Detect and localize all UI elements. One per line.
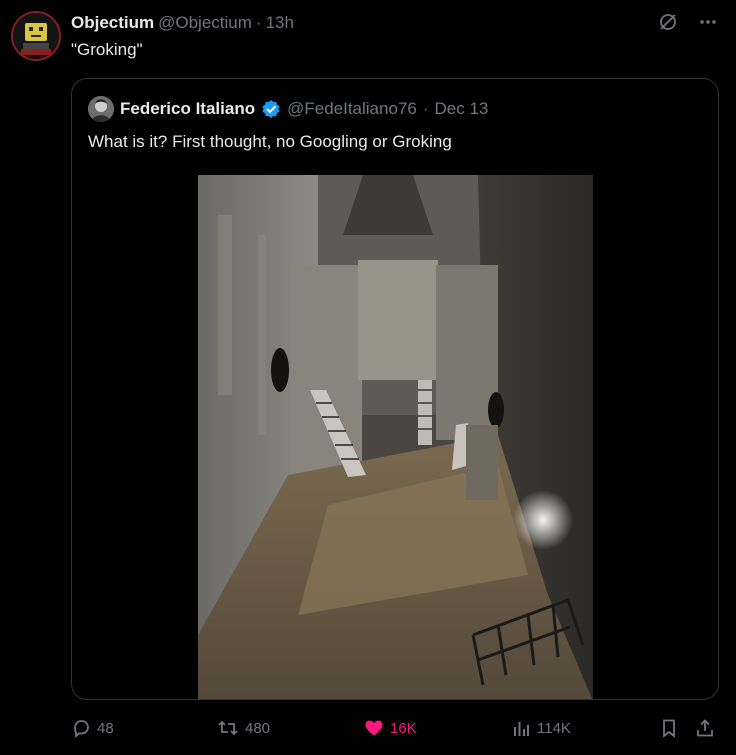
quoted-tweet-text: What is it? First thought, no Googling o… bbox=[88, 132, 452, 151]
reply-icon bbox=[74, 720, 89, 738]
author-avatar[interactable] bbox=[11, 11, 61, 61]
grok-icon[interactable] bbox=[656, 10, 680, 34]
quoted-author-display-name[interactable]: Federico Italiano bbox=[120, 99, 255, 119]
heart-icon bbox=[365, 720, 383, 736]
author-handle[interactable]: @Objectium bbox=[158, 13, 252, 33]
quoted-author-avatar[interactable] bbox=[88, 96, 114, 122]
tweet-text: "Groking" bbox=[71, 40, 143, 59]
tweet-header: Objectium @Objectium · 13h bbox=[71, 12, 294, 34]
repost-icon bbox=[218, 720, 238, 736]
more-icon[interactable] bbox=[696, 10, 720, 34]
photo-image bbox=[198, 175, 593, 699]
repost-count: 480 bbox=[245, 719, 271, 737]
share-button[interactable] bbox=[695, 714, 715, 742]
quoted-author-handle[interactable]: @FedeItaliano76 bbox=[287, 99, 417, 119]
action-bar: 48 480 16K 114K bbox=[71, 714, 720, 742]
tweet-photo[interactable] bbox=[198, 175, 593, 699]
reply-count: 48 bbox=[97, 719, 114, 737]
bookmark-button[interactable] bbox=[659, 714, 679, 742]
reply-button[interactable]: 48 bbox=[71, 714, 114, 742]
person-avatar-icon bbox=[88, 96, 114, 122]
views-count: 114K bbox=[537, 719, 571, 737]
quoted-tweet-header: Federico Italiano @FedeItaliano76 · Dec … bbox=[88, 96, 488, 122]
repost-button[interactable]: 480 bbox=[217, 714, 270, 742]
robot-avatar-icon bbox=[13, 13, 59, 59]
like-button[interactable]: 16K bbox=[364, 714, 417, 742]
tweet[interactable]: Objectium @Objectium · 13h "Groking" Fed… bbox=[0, 0, 736, 755]
separator-dot: · bbox=[422, 99, 429, 118]
analytics-icon bbox=[514, 722, 529, 736]
verified-badge-icon bbox=[262, 100, 280, 118]
top-actions bbox=[656, 10, 720, 34]
author-display-name[interactable]: Objectium bbox=[71, 13, 154, 33]
share-icon bbox=[697, 719, 713, 737]
separator-dot: · bbox=[255, 13, 262, 32]
like-count: 16K bbox=[390, 719, 417, 737]
tweet-time[interactable]: 13h bbox=[266, 13, 294, 33]
quoted-tweet-time[interactable]: Dec 13 bbox=[435, 99, 489, 119]
views-button[interactable]: 114K bbox=[511, 714, 571, 742]
bookmark-icon bbox=[663, 719, 675, 738]
quoted-tweet[interactable]: Federico Italiano @FedeItaliano76 · Dec … bbox=[71, 78, 719, 700]
